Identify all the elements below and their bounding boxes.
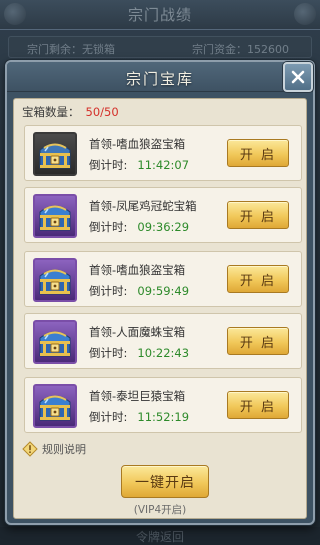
chest-thumbnail (33, 384, 77, 428)
chest-name: 首领-嗜血狼盗宝箱 (89, 263, 186, 277)
chest-name: 首领-泰坦巨猿宝箱 (89, 389, 186, 403)
chest-countdown: 倒计时: 10:22:43 (89, 345, 189, 361)
sect-treasury-dialog: 宗门宝库 宝箱数量： 50/50 首领-嗜血狼盗宝箱 倒计时: 11:42:07 开 启 (5, 60, 315, 525)
rules-label: 规则说明 (42, 443, 86, 456)
chest-row: 首领-嗜血狼盗宝箱 倒计时: 11:42:07 开 启 (24, 125, 302, 181)
rules-link[interactable]: 规则说明 (22, 440, 86, 458)
close-button[interactable] (283, 62, 313, 92)
background-info-right: 宗门资金：152600 (192, 43, 289, 56)
countdown-label: 倒计时: (89, 284, 128, 298)
chest-thumbnail (33, 320, 77, 364)
chest-name: 首领-凤尾鸡冠蛇宝箱 (89, 199, 197, 213)
open-chest-button[interactable]: 开 启 (227, 265, 289, 293)
background-corner-icon (294, 3, 316, 25)
open-chest-button[interactable]: 开 启 (227, 327, 289, 355)
chest-countdown: 倒计时: 09:59:49 (89, 283, 189, 299)
chest-thumbnail (33, 258, 77, 302)
chest-name: 首领-嗜血狼盗宝箱 (89, 137, 186, 151)
treasure-chest-icon (39, 205, 71, 231)
chest-row: 首领-泰坦巨猿宝箱 倒计时: 11:52:19 开 启 (24, 377, 302, 433)
chest-count-value: 50/50 (85, 105, 119, 119)
countdown-label: 倒计时: (89, 158, 128, 172)
treasure-chest-icon (39, 143, 71, 169)
countdown-time: 11:42:07 (137, 158, 190, 172)
chest-row: 首领-凤尾鸡冠蛇宝箱 倒计时: 09:36:29 开 启 (24, 187, 302, 243)
close-icon (291, 70, 305, 84)
countdown-label: 倒计时: (89, 410, 128, 424)
chest-countdown: 倒计时: 11:52:19 (89, 409, 189, 425)
background-title: 宗门战绩 (127, 6, 192, 24)
countdown-time: 11:52:19 (137, 410, 190, 424)
chest-count-label: 宝箱数量： (22, 105, 80, 119)
countdown-time: 09:36:29 (137, 220, 190, 234)
info-diamond-icon (22, 441, 38, 457)
chest-name: 首领-人面魔蛛宝箱 (89, 325, 186, 339)
open-chest-button[interactable]: 开 启 (227, 201, 289, 229)
treasure-chest-icon (39, 395, 71, 421)
chest-thumbnail (33, 132, 77, 176)
background-info-left: 宗门剩余：无锁箱 (27, 43, 115, 56)
background-header: 宗门战绩 (0, 0, 320, 30)
treasure-chest-icon (39, 331, 71, 357)
background-info-bar: 宗门剩余：无锁箱 宗门资金：152600 (8, 36, 312, 58)
open-all-button[interactable]: 一键开启 (121, 465, 209, 498)
dialog-title: 宗门宝库 (125, 70, 194, 88)
countdown-time: 09:59:49 (137, 284, 190, 298)
dialog-title-bar: 宗门宝库 (7, 62, 313, 92)
vip-requirement-note: (VIP4开启) (133, 504, 187, 516)
chest-row: 首领-人面魔蛛宝箱 倒计时: 10:22:43 开 启 (24, 313, 302, 369)
chest-countdown: 倒计时: 09:36:29 (89, 219, 189, 235)
countdown-time: 10:22:43 (137, 346, 190, 360)
countdown-label: 倒计时: (89, 220, 128, 234)
chest-countdown: 倒计时: 11:42:07 (89, 157, 189, 173)
background-footer-text: 令牌返回 (135, 530, 184, 544)
chest-thumbnail (33, 194, 77, 238)
treasure-chest-icon (39, 269, 71, 295)
open-chest-button[interactable]: 开 启 (227, 391, 289, 419)
chest-row: 首领-嗜血狼盗宝箱 倒计时: 09:59:49 开 启 (24, 251, 302, 307)
countdown-label: 倒计时: (89, 346, 128, 360)
treasury-panel: 宝箱数量： 50/50 首领-嗜血狼盗宝箱倒计时: 11:42:07 开 启 (13, 98, 307, 519)
chest-count-row: 宝箱数量： 50/50 (22, 104, 119, 120)
open-chest-button[interactable]: 开 启 (227, 139, 289, 167)
